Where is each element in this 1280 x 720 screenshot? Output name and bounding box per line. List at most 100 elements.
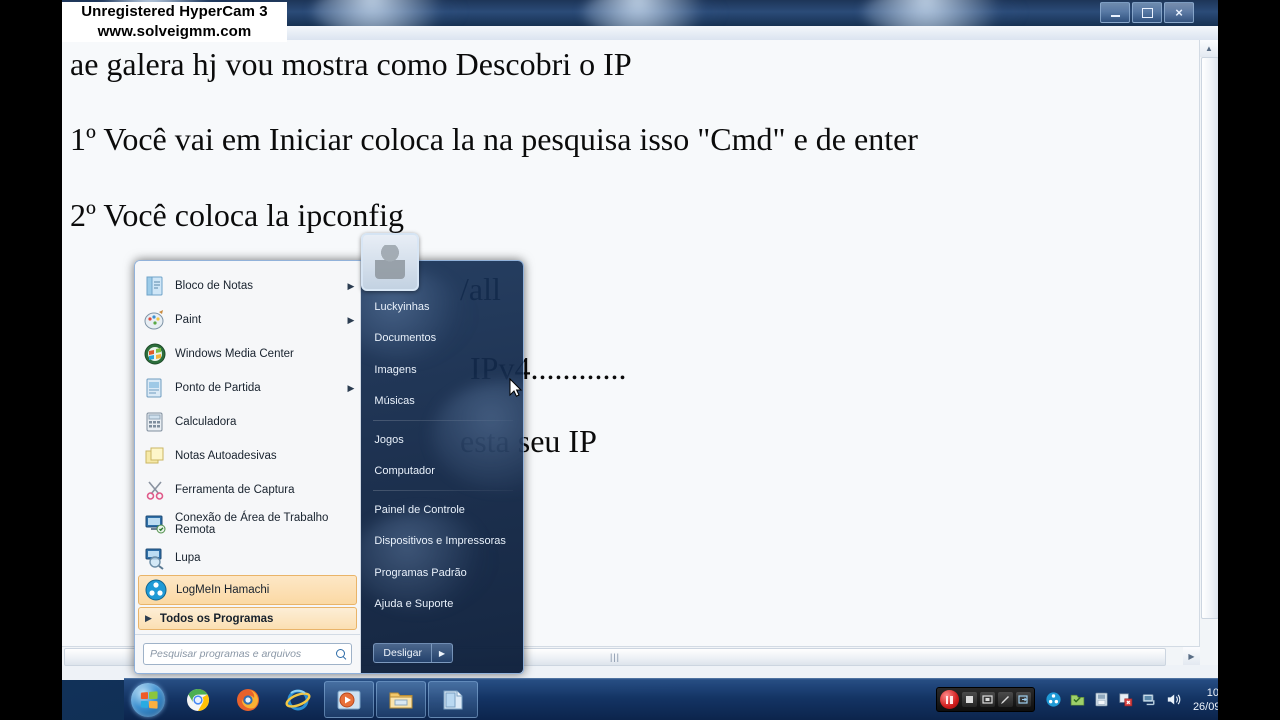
remote-desktop-icon: [143, 512, 167, 536]
search-icon[interactable]: [336, 648, 347, 660]
hamachi-tray-icon[interactable]: [1045, 691, 1062, 708]
removable-media-icon[interactable]: [1093, 691, 1110, 708]
start-menu-item-calculadora[interactable]: Calculadora: [135, 405, 360, 439]
all-programs-button[interactable]: ▶ Todos os Programas: [138, 607, 358, 630]
taskbar-button-notepad[interactable]: [428, 681, 478, 718]
taskbar-button-firefox[interactable]: [224, 682, 272, 717]
menu-separator: [373, 420, 513, 421]
scroll-right-button[interactable]: ▶: [1183, 647, 1200, 665]
start-menu-right-label: Músicas: [374, 395, 415, 408]
shutdown-options-button[interactable]: ▶: [431, 643, 453, 663]
document-line: ae galera hj vou mostra como Descobri o …: [70, 46, 632, 82]
chevron-right-icon: ▶: [347, 314, 355, 325]
volume-icon[interactable]: [1165, 691, 1182, 708]
start-menu-item-label: Ferramenta de Captura: [175, 483, 295, 496]
start-menu-right-panel[interactable]: Luckyinhas Documentos Imagens Músicas Jo…: [361, 261, 523, 673]
window-controls[interactable]: ×: [1100, 2, 1194, 23]
taskbar-button-explorer[interactable]: [376, 681, 426, 718]
start-menu-right-label: Imagens: [374, 363, 417, 376]
shutdown-label: Desligar: [383, 647, 422, 659]
start-menu-item-conexao-de-area-de-trabalho-remota[interactable]: Conexão de Área de Trabalho Remota: [135, 507, 360, 541]
select-region-button[interactable]: [979, 692, 995, 707]
chevron-right-icon: ▶: [347, 382, 355, 393]
system-tray[interactable]: 10:37 26/09/2012: [935, 679, 1218, 720]
start-menu-item-lupa[interactable]: Lupa: [135, 541, 360, 575]
clock[interactable]: 10:37 26/09/2012: [1189, 686, 1218, 714]
windows-flag-icon: [140, 690, 158, 709]
start-menu-item-paint[interactable]: Paint ▶: [135, 303, 360, 337]
start-menu-right-item-ajuda-e-suporte[interactable]: Ajuda e Suporte: [361, 589, 523, 621]
close-icon: ×: [1175, 5, 1183, 20]
clock-date: 26/09/2012: [1192, 700, 1218, 713]
start-menu-right-item-dispositivos-e-impressoras[interactable]: Dispositivos e Impressoras: [361, 526, 523, 558]
vertical-scroll-thumb[interactable]: [1201, 57, 1218, 619]
start-menu-left-panel[interactable]: Bloco de Notas ▶ Paint ▶ Windows Media C…: [135, 261, 362, 673]
chevron-right-icon: ▶: [145, 613, 152, 623]
taskbar[interactable]: 10:37 26/09/2012: [124, 678, 1218, 720]
avatar[interactable]: [361, 233, 419, 291]
stop-recording-button[interactable]: [961, 692, 977, 707]
start-menu-item-label: LogMeIn Hamachi: [176, 583, 270, 596]
action-center-icon[interactable]: [1069, 691, 1086, 708]
stop-icon: [965, 696, 973, 703]
start-menu-right-item-user[interactable]: Luckyinhas: [361, 291, 523, 323]
pause-recording-button[interactable]: [939, 690, 959, 709]
shutdown-button[interactable]: Desligar: [373, 643, 432, 663]
watermark-line-1: Unregistered HyperCam 3: [62, 2, 287, 22]
start-menu-item-ferramenta-de-captura[interactable]: Ferramenta de Captura: [135, 473, 360, 507]
all-programs-label: Todos os Programas: [159, 612, 274, 625]
start-menu[interactable]: Bloco de Notas ▶ Paint ▶ Windows Media C…: [134, 233, 524, 674]
search-input[interactable]: Pesquisar programas e arquivos: [143, 643, 353, 665]
start-menu-right-label: Programas Padrão: [374, 566, 467, 579]
taskbar-button-chrome[interactable]: [174, 682, 222, 717]
antivirus-icon[interactable]: [1117, 691, 1134, 708]
sticky-notes-icon: [143, 444, 167, 468]
hamachi-icon: [144, 578, 168, 602]
start-menu-right-item-programas-padrao[interactable]: Programas Padrão: [361, 557, 523, 589]
start-menu-item-notas-autoadesivas[interactable]: Notas Autoadesivas: [135, 439, 360, 473]
notepad-icon: [440, 687, 466, 713]
vertical-scrollbar[interactable]: ▲: [1199, 40, 1218, 665]
network-icon[interactable]: [1141, 691, 1158, 708]
snipping-tool-icon: [143, 478, 167, 502]
chrome-icon: [185, 687, 211, 713]
start-menu-right-label: Dispositivos e Impressoras: [374, 535, 506, 548]
start-menu-item-bloco-de-notas[interactable]: Bloco de Notas ▶: [135, 269, 360, 303]
start-menu-right-label: Jogos: [374, 433, 404, 446]
mouse-cursor: [509, 377, 523, 398]
close-button[interactable]: ×: [1164, 2, 1194, 23]
start-menu-right-item-jogos[interactable]: Jogos: [361, 424, 523, 456]
desktop[interactable]: × ae galera hj vou mostra como Descobri …: [62, 0, 1218, 720]
settings-button[interactable]: [1015, 692, 1031, 707]
paint-icon: [143, 308, 167, 332]
start-menu-item-windows-media-center[interactable]: Windows Media Center: [135, 337, 360, 371]
maximize-button[interactable]: [1132, 2, 1162, 23]
scroll-up-button[interactable]: ▲: [1200, 40, 1218, 57]
start-menu-right-item-painel-de-controle[interactable]: Painel de Controle: [361, 494, 523, 526]
start-menu-program-list[interactable]: Bloco de Notas ▶ Paint ▶ Windows Media C…: [135, 261, 360, 605]
start-menu-item-label: Bloco de Notas: [175, 279, 253, 292]
chevron-right-icon: ▶: [347, 280, 355, 291]
start-menu-item-logmein-hamachi[interactable]: LogMeIn Hamachi: [138, 575, 358, 605]
taskbar-button-media-player[interactable]: [324, 681, 374, 718]
start-menu-right-label: Documentos: [374, 332, 437, 345]
minimize-button[interactable]: [1100, 2, 1130, 23]
start-menu-item-ponto-de-partida[interactable]: Ponto de Partida ▶: [135, 371, 360, 405]
start-menu-right-item-musicas[interactable]: Músicas: [361, 386, 523, 418]
taskbar-button-internet-explorer[interactable]: [274, 682, 322, 717]
clock-time: 10:37: [1206, 686, 1218, 699]
titlebar-decoration: [862, 0, 1022, 26]
shutdown-control[interactable]: Desligar ▶: [373, 643, 453, 663]
getting-started-icon: [143, 376, 167, 400]
hypercam-recording-toolbar[interactable]: [935, 687, 1035, 712]
watermark-line-2: www.solveigmm.com: [62, 22, 287, 42]
document-line: 2º Você coloca la ipconfig: [70, 197, 404, 233]
titlebar-decoration: [312, 0, 462, 26]
start-menu-right-item-computador[interactable]: Computador: [361, 456, 523, 488]
start-menu-right-item-documentos[interactable]: Documentos: [361, 323, 523, 355]
start-button[interactable]: [124, 681, 172, 719]
windows-logo-icon: [131, 682, 165, 717]
start-menu-right-item-imagens[interactable]: Imagens: [361, 354, 523, 386]
start-menu-search-area[interactable]: Pesquisar programas e arquivos: [135, 634, 361, 673]
annotate-button[interactable]: [997, 692, 1013, 707]
